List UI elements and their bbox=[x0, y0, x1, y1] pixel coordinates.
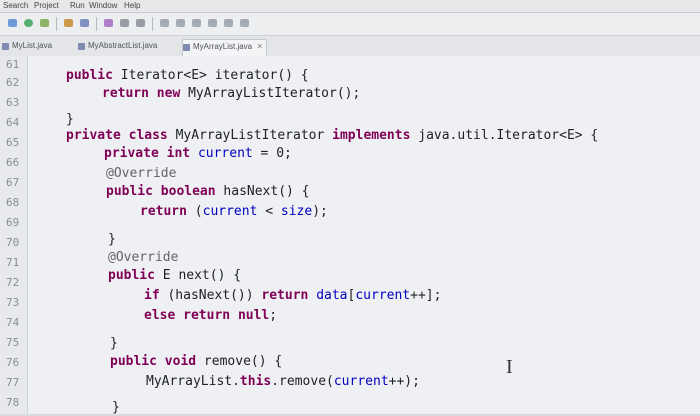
code-line[interactable]: else return null; bbox=[144, 308, 277, 324]
tab-label: MyList.java bbox=[12, 41, 53, 50]
code-line[interactable]: public boolean hasNext() { bbox=[106, 184, 310, 200]
toolbar-separator bbox=[56, 17, 57, 31]
line-number: 64 bbox=[6, 116, 20, 129]
code-line[interactable]: MyArrayList.this.remove(current++); bbox=[146, 374, 420, 390]
code-line[interactable]: @Override bbox=[108, 250, 178, 266]
menu-project[interactable]: Project bbox=[34, 1, 59, 10]
next-edit-icon[interactable] bbox=[136, 19, 145, 27]
debug-icon[interactable] bbox=[40, 19, 49, 27]
menu-run[interactable]: Run bbox=[70, 1, 85, 10]
code-line[interactable]: } bbox=[110, 336, 118, 352]
line-number: 73 bbox=[6, 296, 20, 309]
code-line[interactable]: if (hasNext()) return data[current++]; bbox=[144, 288, 441, 304]
toolbar-separator bbox=[152, 17, 153, 31]
line-number: 70 bbox=[6, 236, 20, 249]
toolbar bbox=[0, 13, 700, 36]
toolbar-separator bbox=[96, 17, 97, 31]
text-cursor-icon: I bbox=[506, 356, 513, 378]
line-number: 68 bbox=[6, 196, 20, 209]
open-type-icon[interactable] bbox=[104, 19, 113, 27]
code-line[interactable]: return new MyArrayListIterator(); bbox=[102, 86, 360, 102]
code-line[interactable]: private int current = 0; bbox=[104, 146, 292, 162]
line-number: 71 bbox=[6, 256, 20, 269]
tab-mylist[interactable]: MyList.java bbox=[2, 39, 52, 55]
line-number: 67 bbox=[6, 176, 20, 189]
toolbar-icon[interactable] bbox=[224, 19, 233, 27]
menu-window[interactable]: Window bbox=[89, 1, 117, 10]
line-number: 69 bbox=[6, 216, 20, 229]
tab-label: MyAbstractList.java bbox=[88, 41, 158, 50]
code-line[interactable]: } bbox=[66, 112, 74, 128]
tab-myarraylist[interactable]: MyArrayList.java ✕ bbox=[182, 39, 268, 56]
line-number: 63 bbox=[6, 96, 20, 109]
line-number: 65 bbox=[6, 136, 20, 149]
tab-myabstractlist[interactable]: MyAbstractList.java bbox=[78, 39, 157, 55]
code-line[interactable]: } bbox=[108, 232, 116, 248]
line-number: 78 bbox=[6, 396, 20, 409]
prev-edit-icon[interactable] bbox=[120, 19, 129, 27]
code-line[interactable]: return (current < size); bbox=[140, 204, 328, 220]
code-line[interactable]: public E next() { bbox=[108, 268, 241, 284]
line-number: 76 bbox=[6, 356, 20, 369]
menu-bar: Search Project Run Window Help bbox=[0, 0, 700, 13]
editor-tabbar: MyList.java MyAbstractList.java MyArrayL… bbox=[0, 36, 700, 57]
toolbar-icon[interactable] bbox=[160, 19, 169, 27]
back-icon[interactable] bbox=[8, 19, 17, 27]
run-icon[interactable] bbox=[24, 19, 33, 27]
toolbar-icon[interactable] bbox=[240, 19, 249, 27]
line-number: 75 bbox=[6, 336, 20, 349]
java-file-icon bbox=[78, 43, 85, 50]
java-file-icon bbox=[2, 43, 9, 50]
code-line[interactable]: private class MyArrayListIterator implem… bbox=[66, 128, 598, 144]
search-icon[interactable] bbox=[80, 19, 89, 27]
code-editor[interactable]: public Iterator<E> iterator() { return n… bbox=[28, 56, 700, 415]
line-number: 74 bbox=[6, 316, 20, 329]
toolbar-icon[interactable] bbox=[176, 19, 185, 27]
line-number: 72 bbox=[6, 276, 20, 289]
toolbar-icon[interactable] bbox=[192, 19, 201, 27]
menu-help[interactable]: Help bbox=[124, 1, 140, 10]
line-number: 77 bbox=[6, 376, 20, 389]
line-number: 66 bbox=[6, 156, 20, 169]
close-icon[interactable]: ✕ bbox=[256, 40, 263, 54]
code-line[interactable]: public void remove() { bbox=[110, 354, 282, 370]
menu-search[interactable]: Search bbox=[3, 1, 28, 10]
toolbar-icon[interactable] bbox=[208, 19, 217, 27]
tab-label: MyArrayList.java bbox=[193, 42, 253, 51]
line-number-gutter: 61 62 63 64 65 66 67 68 69 70 71 72 73 7… bbox=[0, 56, 27, 414]
code-line[interactable]: @Override bbox=[106, 166, 176, 182]
build-icon[interactable] bbox=[64, 19, 73, 27]
line-number: 62 bbox=[6, 76, 20, 89]
java-file-icon bbox=[183, 44, 190, 51]
line-number: 61 bbox=[6, 58, 20, 71]
code-line[interactable]: public Iterator<E> iterator() { bbox=[66, 68, 309, 84]
